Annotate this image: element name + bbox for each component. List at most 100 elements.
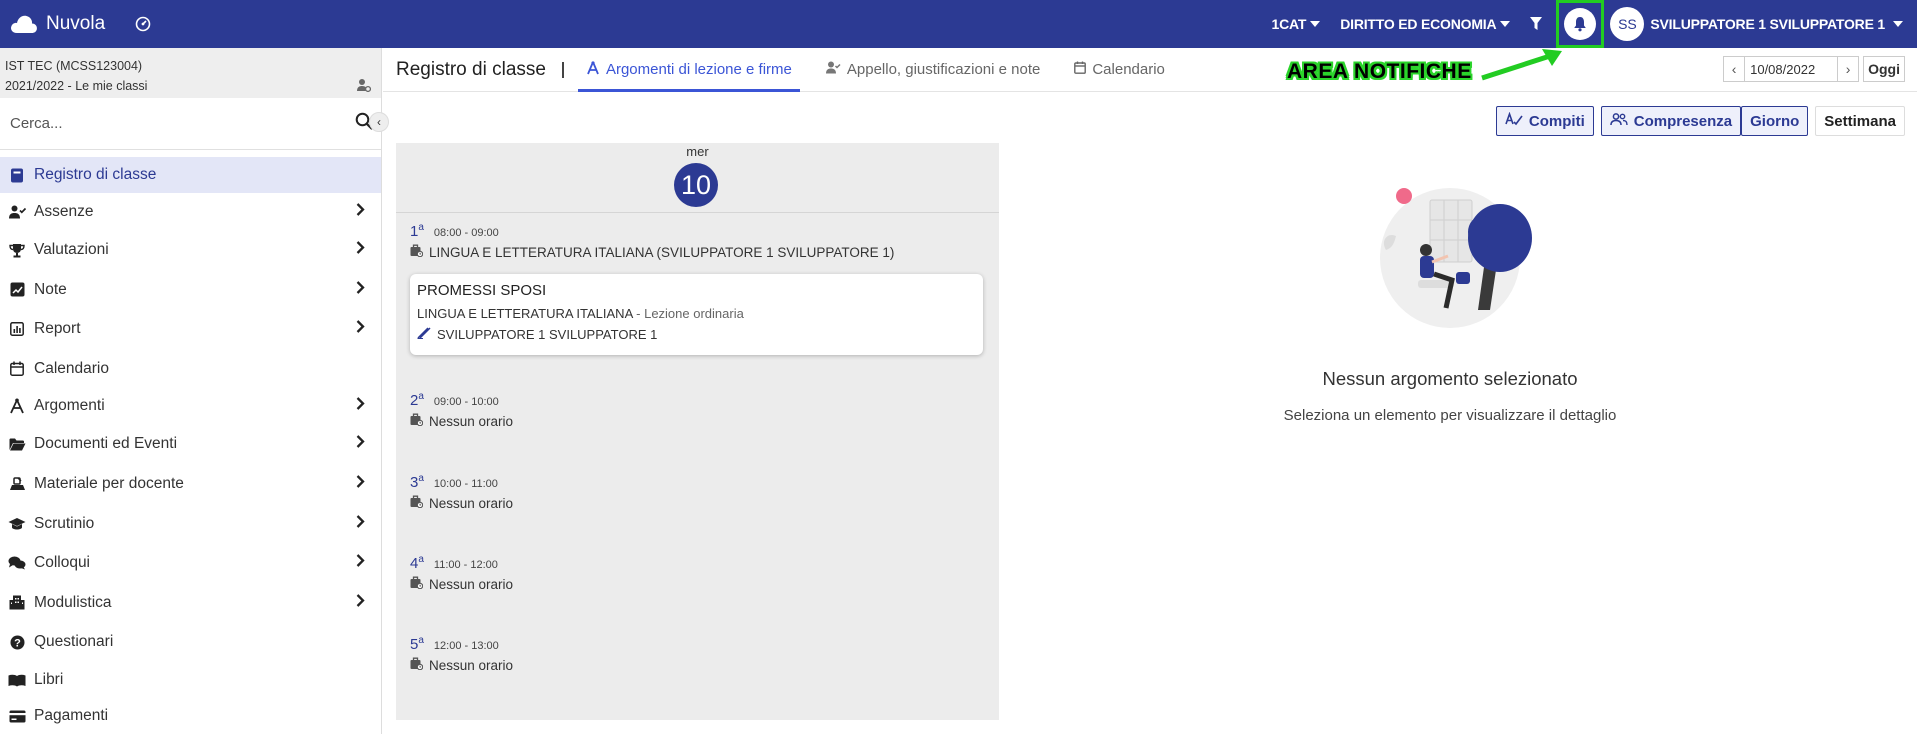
sidebar-item-label: Documenti ed Eventi [34,435,178,452]
subject-dropdown[interactable]: DIRITTO ED ECONOMIA [1340,16,1511,32]
hour-suffix: a [418,554,424,565]
next-day-button[interactable]: › [1837,56,1860,82]
tab-calendario[interactable]: Calendario [1066,48,1173,92]
filter-icon[interactable] [1530,17,1543,31]
hour-schedule-text: Nessun orario [429,413,514,429]
hour-slot[interactable]: 2a 09:00 - 10:00 Nessun orario [410,391,513,429]
hour-schedule-text: LINGUA E LETTERATURA ITALIANA (SVILUPPAT… [429,244,895,260]
lesson-card[interactable]: PROMESSI SPOSI LINGUA E LETTERATURA ITAL… [410,274,983,355]
hour-time: 09:00 - 10:00 [433,396,499,408]
tab-label: Argomenti di lezione e firme [605,61,792,78]
schedule-icon [410,413,424,429]
search-input[interactable] [10,115,355,132]
trophy-icon [8,241,26,259]
chevron-right-icon [356,241,365,260]
sidebar-item-modulistica[interactable]: Modulistica [0,583,381,622]
caret-down-icon [1500,21,1511,27]
sidebar-item-assenze[interactable]: Assenze [0,193,381,230]
empty-state: Nessun argomento selezionato Seleziona u… [1200,180,1700,424]
collapse-sidebar-button[interactable]: ‹ [369,112,389,132]
chevron-right-icon [356,554,365,573]
sidebar-item-argomenti[interactable]: Argomenti [0,388,381,424]
avatar[interactable]: SS [1610,7,1645,41]
compresenza-button[interactable]: Compresenza [1600,106,1742,136]
chevron-right-icon [356,593,365,612]
hour-time: 10:00 - 11:00 [433,478,498,490]
signature-icon [417,327,431,342]
class-dropdown[interactable]: 1CAT [1272,16,1321,32]
sidebar-item-note[interactable]: Note [0,270,381,309]
sidebar-item-colloqui[interactable]: Colloqui [0,543,381,583]
sidebar-item-documenti-ed-eventi[interactable]: Documenti ed Eventi [0,424,381,464]
bell-icon[interactable] [1564,8,1597,40]
note-icon [8,281,26,299]
hour-slot[interactable]: 1a 08:00 - 09:00 LINGUA E LETTERATURA ITAL… [410,222,894,260]
sidebar-item-libri[interactable]: Libri [0,662,381,698]
hour-suffix: a [418,473,424,484]
date-field[interactable]: 10/08/2022 [1745,56,1838,82]
hour-schedule: Nessun orario [410,413,513,429]
sidebar-item-calendario[interactable]: Calendario [0,349,381,388]
date-navigator: ‹ 10/08/2022 › Oggi [1723,56,1905,82]
hour-schedule: Nessun orario [410,657,513,673]
sidebar-item-label: Materiale per docente [34,475,184,492]
sidebar-item-questionari[interactable]: ? Questionari [0,622,381,662]
hour-schedule: Nessun orario [410,495,513,511]
sidebar-item-report[interactable]: Report [0,309,381,349]
user-check-icon [825,61,841,78]
svg-text:?: ? [14,637,21,649]
settimana-button[interactable]: Settimana [1815,106,1905,136]
notifications-area[interactable] [1556,0,1605,48]
compiti-label: Compiti [1528,112,1585,130]
tab-argomenti[interactable]: Argomenti di lezione e firme [577,48,800,92]
chevron-right-icon [356,397,365,416]
hour-schedule: Nessun orario [410,576,513,592]
chat-icon [8,554,26,572]
giorno-button[interactable]: Giorno [1741,106,1809,136]
sidebar-item-materiale-per-docente[interactable]: Materiale per docente [0,464,381,504]
chart-icon [8,320,26,338]
day-header: mer 10 [396,143,999,213]
lesson-teacher-name: SVILUPPATORE 1 SVILUPPATORE 1 [437,327,658,342]
speedometer-icon[interactable] [135,16,151,32]
brand[interactable]: Nuvola [10,13,151,35]
prev-day-button[interactable]: ‹ [1723,56,1746,82]
title-separator [561,61,564,78]
day-column: mer 10 1a 08:00 - 09:00 LINGUA E LETTERATU… [396,143,999,720]
compass-icon [586,60,600,79]
user-settings-icon[interactable] [357,78,372,95]
credit-card-icon [8,707,26,725]
sidebar-item-label: Valutazioni [34,241,109,258]
hour-number: 4a [410,554,424,572]
hour-time: 11:00 - 12:00 [433,559,498,571]
question-icon: ? [8,633,26,651]
sidebar-item-label: Assenze [34,202,94,220]
hour-schedule-text: Nessun orario [429,495,514,511]
materials-icon [8,475,26,493]
hour-slot[interactable]: 5a 12:00 - 13:00 Nessun orario [410,635,513,673]
hour-time: 08:00 - 09:00 [433,227,499,239]
hour-suffix: a [418,222,424,233]
tab-label: Calendario [1092,61,1165,78]
sidebar-item-scrutinio[interactable]: Scrutinio [0,504,381,543]
hour-number: 3a [410,473,424,491]
schedule-icon [410,576,424,592]
lesson-subject: LINGUA E LETTERATURA ITALIANA - Lezione … [417,306,976,321]
caret-down-icon [1893,21,1903,27]
compiti-button[interactable]: Compiti [1495,106,1594,136]
sidebar-item-registro-di-classe[interactable]: Registro di classe [0,157,381,193]
sidebar-item-valutazioni[interactable]: Valutazioni [0,230,381,270]
today-button[interactable]: Oggi [1863,56,1905,82]
book-icon [8,166,26,184]
day-number[interactable]: 10 [674,163,718,207]
lesson-kind: - Lezione ordinaria [632,306,744,321]
building-icon [8,594,26,612]
hour-slot[interactable]: 3a 10:00 - 11:00 Nessun orario [410,473,513,511]
compass-icon [8,397,26,415]
user-menu[interactable]: SVILUPPATORE 1 SVILUPPATORE 1 [1650,16,1903,32]
sidebar-item-pagamenti[interactable]: Pagamenti [0,698,381,734]
hour-slot[interactable]: 4a 11:00 - 12:00 Nessun orario [410,554,513,592]
sidebar-menu: Registro di classe Assenze Valutazioni Note… [0,150,381,734]
hour-schedule-text: Nessun orario [429,657,514,673]
tab-appello[interactable]: Appello, giustificazioni e note [818,48,1048,92]
